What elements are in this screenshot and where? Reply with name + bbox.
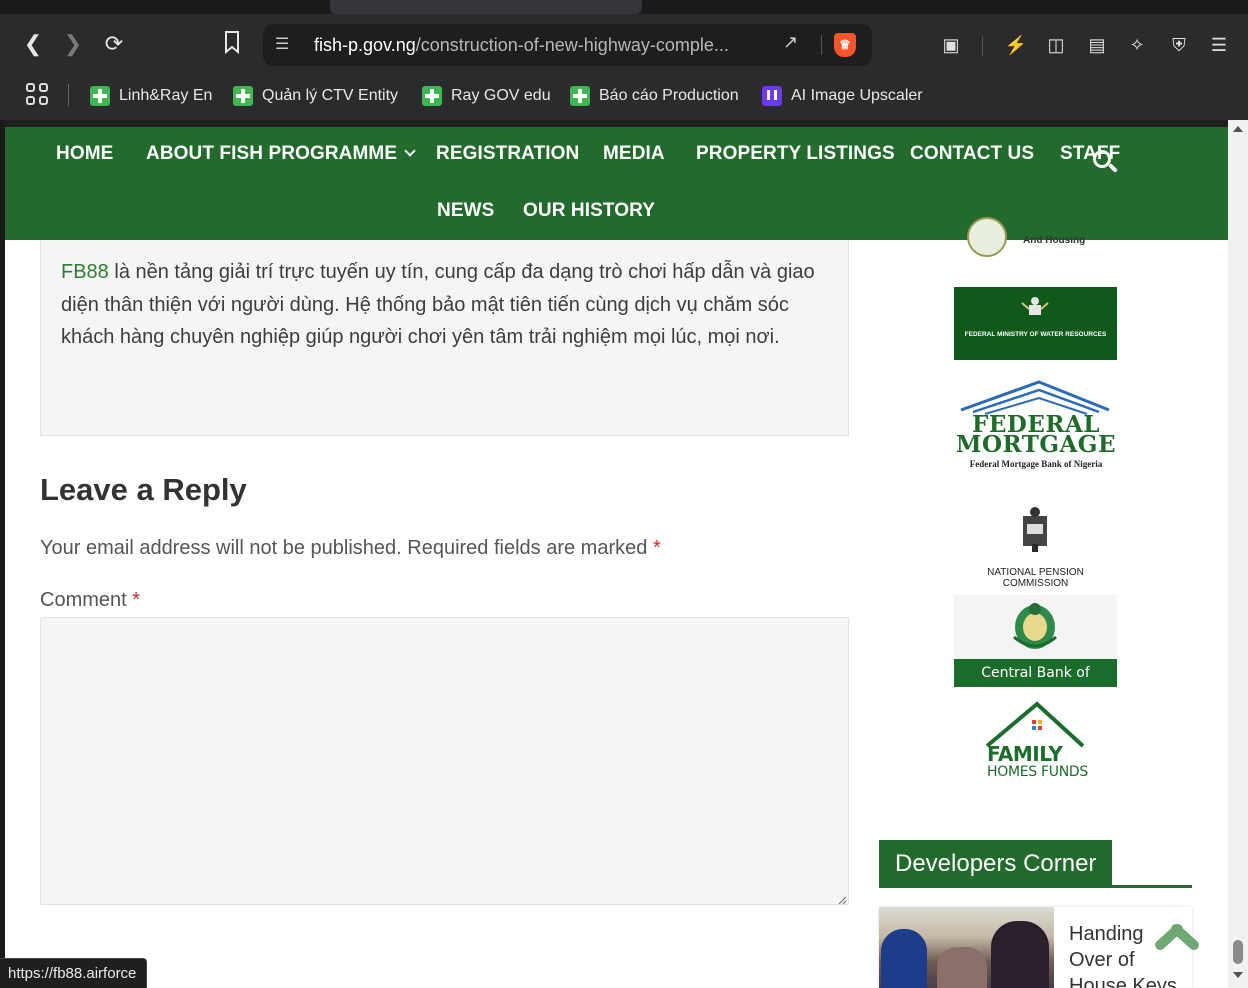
post-paragraph: FB88 là nền tảng giải trí trực tuyến uy …: [61, 256, 821, 354]
reply-note: Your email address will not be published…: [40, 537, 661, 560]
resize-grip-icon[interactable]: [837, 892, 847, 905]
cbn-crest-icon: [1013, 603, 1057, 649]
comment-textarea[interactable]: [40, 617, 849, 905]
nav-media[interactable]: MEDIA: [603, 143, 665, 165]
bookmark-item[interactable]: Linh&Ray En: [90, 81, 212, 111]
fmbn-subtitle: Federal Mortgage Bank of Nigeria: [969, 459, 1103, 469]
bookmark-label: Quản lý CTV Entity: [262, 87, 399, 104]
sheet-favicon-icon: [570, 86, 590, 106]
logo-text: NATIONAL PENSION COMMISSION: [987, 567, 1084, 589]
scroll-up-icon[interactable]: [1233, 126, 1243, 132]
upscaler-favicon-icon: [762, 86, 782, 106]
chevron-down-icon: [404, 145, 416, 157]
ffh-line1: FAMILY: [987, 742, 1063, 766]
logo-text: FEDERAL MINISTRY OF WATER RESOURCES: [964, 331, 1107, 338]
nav-property-listings[interactable]: PROPERTY LISTINGS: [696, 143, 895, 165]
url-host: fish-p.gov.ng: [314, 35, 416, 55]
sheet-favicon-icon: [233, 86, 253, 106]
scroll-down-icon[interactable]: [1233, 972, 1243, 978]
address-bar[interactable]: ☰ fish-p.gov.ng/construction-of-new-high…: [263, 24, 872, 66]
share-icon[interactable]: ↗: [783, 32, 798, 53]
rewards-icon[interactable]: ⚡: [1003, 32, 1029, 58]
fmbn-line2: MORTGAGE: [956, 431, 1116, 458]
sheet-favicon-icon: [422, 86, 442, 106]
bookmark-label: Báo cáo Production: [599, 87, 739, 104]
bookmark-label: AI Image Upscaler: [791, 87, 923, 104]
nav-news[interactable]: NEWS: [437, 200, 494, 222]
apps-icon[interactable]: [26, 83, 50, 107]
ffh-line2: HOMES FUNDS: [987, 764, 1088, 780]
menu-icon[interactable]: ☰: [1206, 32, 1232, 58]
bookmark-item[interactable]: Ray GOV edu: [422, 81, 551, 111]
nav-home[interactable]: HOME: [56, 143, 113, 165]
post-body-text: là nền tảng giải trí trực tuyến uy tín, …: [61, 261, 815, 348]
news-card-image[interactable]: [879, 907, 1054, 988]
page-viewport: HOME ABOUT FISH PROGRAMME REGISTRATION M…: [0, 120, 1248, 988]
page-scrollbar[interactable]: [1228, 120, 1248, 988]
leo-ai-icon[interactable]: ✧: [1124, 32, 1150, 58]
nav-about[interactable]: ABOUT FISH PROGRAMME: [146, 143, 416, 165]
comment-label-text: Comment: [40, 589, 127, 611]
news-card[interactable]: Handing Over of House Keys: [879, 907, 1192, 988]
nav-contact[interactable]: CONTACT US: [910, 143, 1034, 165]
bookmark-item[interactable]: Quản lý CTV Entity: [233, 81, 398, 111]
sidebar-icon[interactable]: ◫: [1043, 32, 1069, 58]
scroll-thumb[interactable]: [1233, 940, 1243, 964]
post-content: FB88 là nền tảng giải trí trực tuyến uy …: [40, 240, 849, 436]
browser-window: ❮ ❯ ⟳ ☰ fish-p.gov.ng/construction-of-ne…: [0, 0, 1248, 988]
nav-our-history[interactable]: OUR HISTORY: [523, 200, 655, 222]
coat-of-arms-icon: [1021, 297, 1049, 315]
nav-about-label: ABOUT FISH PROGRAMME: [146, 143, 398, 164]
water-resources-logo[interactable]: FEDERAL MINISTRY OF WATER RESOURCES: [954, 287, 1117, 360]
search-icon[interactable]: [1091, 148, 1119, 176]
bookmark-label: Linh&Ray En: [119, 87, 213, 104]
nav-registration[interactable]: REGISTRATION: [436, 143, 579, 165]
fb88-link[interactable]: FB88: [61, 261, 109, 283]
comment-label: Comment *: [40, 589, 140, 612]
reload-icon[interactable]: ⟳: [100, 30, 128, 58]
required-mark: *: [652, 537, 661, 559]
forward-icon[interactable]: ❯: [59, 30, 87, 58]
wallet-icon[interactable]: ▤: [1084, 32, 1110, 58]
reply-note-text: Your email address will not be published…: [40, 537, 648, 559]
coat-of-arms-icon: [967, 217, 1007, 257]
fmbn-title: FEDERAL MORTGAGE: [955, 413, 1117, 458]
central-bank-logo[interactable]: Central Bank of Nigeria: [954, 595, 1117, 709]
url-path: /construction-of-new-highway-comple...: [415, 35, 729, 55]
vpn-icon[interactable]: ⛨: [1166, 32, 1192, 58]
logo-text: And Housing: [1023, 235, 1086, 246]
back-icon[interactable]: ❮: [19, 30, 47, 58]
brave-shields-icon[interactable]: ♕: [834, 33, 856, 57]
bookmark-icon[interactable]: [218, 30, 246, 58]
site-settings-icon[interactable]: ☰: [275, 34, 289, 54]
search-tabs-icon[interactable]: ▣: [938, 32, 964, 58]
browser-toolbar: ❮ ❯ ⟳ ☰ fish-p.gov.ng/construction-of-ne…: [0, 14, 1248, 76]
tab-strip: [0, 0, 1248, 14]
developers-corner-title: Developers Corner: [879, 840, 1113, 886]
omnibox-divider: [821, 35, 822, 55]
toolbar-divider: [982, 36, 983, 56]
ministry-housing-logo[interactable]: And Housing: [953, 217, 1123, 261]
bookmarks-bar: Linh&Ray En Quản lý CTV Entity Ray GOV e…: [0, 76, 1248, 120]
sheet-favicon-icon: [90, 86, 110, 106]
status-bar-url: https://fb88.airforce: [0, 958, 148, 988]
bookmark-item[interactable]: Báo cáo Production: [570, 81, 739, 111]
logo-text: Central Bank of Nigeria: [954, 659, 1117, 709]
active-tab[interactable]: [330, 0, 642, 14]
web-page: HOME ABOUT FISH PROGRAMME REGISTRATION M…: [5, 120, 1228, 988]
bookmark-label: Ray GOV edu: [451, 87, 551, 104]
back-to-top-icon[interactable]: [1150, 920, 1202, 954]
developers-corner-heading: Developers Corner: [879, 840, 1192, 888]
pencom-logo[interactable]: NATIONAL PENSION COMMISSION: [954, 504, 1117, 589]
federal-mortgage-logo[interactable]: FEDERAL MORTGAGE Federal Mortgage Bank of…: [955, 378, 1115, 472]
required-mark: *: [132, 589, 141, 611]
url-text[interactable]: fish-p.gov.ng/construction-of-new-highwa…: [314, 35, 729, 56]
bookmark-item[interactable]: AI Image Upscaler: [762, 81, 923, 111]
site-navigation: HOME ABOUT FISH PROGRAMME REGISTRATION M…: [5, 120, 1228, 240]
bookmarks-divider: [68, 84, 69, 106]
pencom-crest-icon: [1023, 507, 1047, 552]
family-homes-logo[interactable]: FAMILY HOMES FUNDS: [983, 700, 1089, 784]
reply-heading: Leave a Reply: [40, 472, 247, 507]
